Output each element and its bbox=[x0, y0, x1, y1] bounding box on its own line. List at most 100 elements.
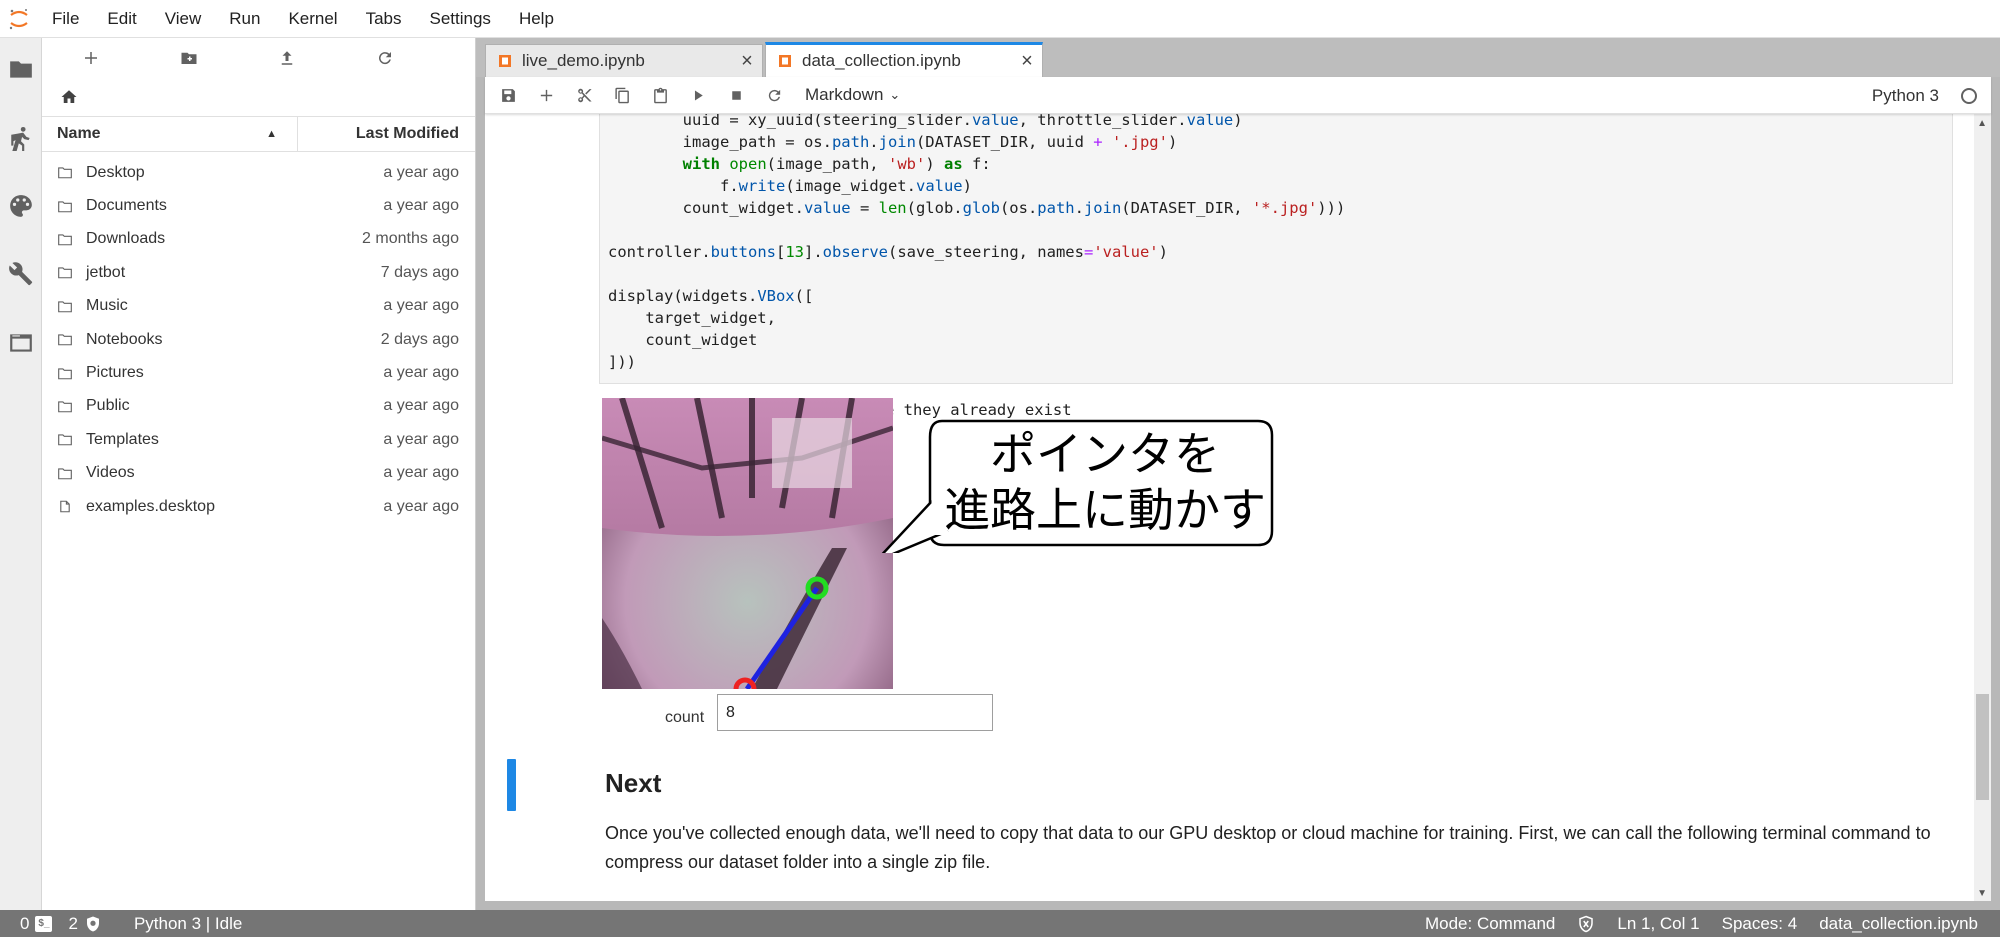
file-list-item[interactable]: Notebooks 2 days ago bbox=[42, 323, 475, 356]
tab-live-demo[interactable]: live_demo.ipynb × bbox=[485, 44, 763, 77]
kernel-name[interactable]: Python 3 bbox=[1872, 77, 1939, 114]
save-icon bbox=[501, 88, 515, 102]
wrench-icon[interactable] bbox=[7, 260, 35, 288]
status-bug-icon[interactable] bbox=[1566, 915, 1606, 933]
refresh-icon bbox=[768, 89, 780, 101]
notebook-icon bbox=[499, 55, 511, 67]
camera-image-widget[interactable] bbox=[602, 398, 893, 689]
upload-icon bbox=[281, 51, 293, 65]
refresh-button[interactable] bbox=[336, 38, 434, 78]
file-icon bbox=[42, 498, 72, 515]
file-name: Public bbox=[86, 397, 130, 415]
close-icon[interactable]: × bbox=[1012, 50, 1042, 73]
file-list-item[interactable]: Pictures a year ago bbox=[42, 356, 475, 389]
new-launcher-button[interactable] bbox=[42, 38, 140, 78]
scroll-down-arrow-icon[interactable]: ▼ bbox=[1977, 888, 1987, 899]
menu-edit[interactable]: Edit bbox=[93, 0, 150, 38]
file-name: Pictures bbox=[86, 364, 144, 382]
code-line: uuid = xy_uuid(steering_slider.value, th… bbox=[608, 114, 1243, 129]
code-line: image_path = os.path.join(DATASET_DIR, u… bbox=[608, 133, 1178, 151]
upload-button[interactable] bbox=[238, 38, 336, 78]
terminal-icon: $_ bbox=[35, 915, 53, 932]
home-icon[interactable] bbox=[60, 88, 78, 106]
status-kernels[interactable]: 0 $_ bbox=[0, 914, 60, 934]
cut-button[interactable] bbox=[565, 77, 603, 114]
file-modified: a year ago bbox=[383, 497, 459, 515]
tabs-icon[interactable] bbox=[7, 329, 35, 357]
status-terminals[interactable]: 2 bbox=[60, 914, 109, 934]
column-header-name[interactable]: Name ▲ bbox=[42, 117, 298, 151]
cell-type-dropdown[interactable]: Markdown ⌄ bbox=[805, 85, 900, 105]
file-name: Templates bbox=[86, 430, 159, 448]
menu-run[interactable]: Run bbox=[215, 0, 274, 38]
file-name: Videos bbox=[86, 464, 135, 482]
file-modified: 2 months ago bbox=[362, 230, 459, 248]
file-list-item[interactable]: Music a year ago bbox=[42, 290, 475, 323]
notebook-icon bbox=[779, 55, 791, 67]
menu-tabs[interactable]: Tabs bbox=[352, 0, 416, 38]
file-modified: a year ago bbox=[383, 163, 459, 181]
file-list-item[interactable]: Downloads 2 months ago bbox=[42, 223, 475, 256]
paste-icon bbox=[653, 87, 667, 103]
palette-icon[interactable] bbox=[7, 192, 35, 220]
kernel-idle-icon bbox=[1961, 88, 1977, 104]
run-button[interactable] bbox=[679, 77, 717, 114]
file-name: Downloads bbox=[86, 230, 166, 248]
file-list: Desktop a year ago Documents a year ago Down… bbox=[42, 152, 475, 523]
markdown-heading: Next bbox=[605, 768, 662, 798]
breadcrumb bbox=[42, 78, 475, 116]
file-list-item[interactable]: Templates a year ago bbox=[42, 423, 475, 456]
folder-icon[interactable] bbox=[7, 55, 35, 83]
code-line: target_widget, bbox=[608, 309, 776, 327]
menu-bar: File Edit View Run Kernel Tabs Settings … bbox=[0, 0, 2000, 38]
file-list-item[interactable]: Videos a year ago bbox=[42, 457, 475, 490]
menu-kernel[interactable]: Kernel bbox=[274, 0, 351, 38]
paste-button[interactable] bbox=[641, 77, 679, 114]
close-icon[interactable]: × bbox=[732, 50, 762, 73]
sort-ascending-icon: ▲ bbox=[266, 128, 277, 140]
status-cursor-position[interactable]: Ln 1, Col 1 bbox=[1606, 914, 1710, 934]
file-list-item[interactable]: jetbot 7 days ago bbox=[42, 256, 475, 289]
status-kernel[interactable]: Python 3 | Idle bbox=[110, 914, 250, 934]
restart-button[interactable] bbox=[755, 77, 793, 114]
plus-icon bbox=[85, 52, 97, 64]
save-button[interactable] bbox=[489, 77, 527, 114]
active-cell-marker bbox=[507, 759, 516, 811]
scissors-icon bbox=[577, 88, 592, 102]
main-area: live_demo.ipynb × data_collection.ipynb … bbox=[476, 38, 2000, 910]
tab-data-collection[interactable]: data_collection.ipynb × bbox=[765, 42, 1043, 77]
menu-help[interactable]: Help bbox=[505, 0, 568, 38]
folder-icon bbox=[42, 298, 72, 315]
new-folder-button[interactable] bbox=[140, 38, 238, 78]
file-list-item[interactable]: examples.desktop a year ago bbox=[42, 490, 475, 523]
code-line: count_widget.value = len(glob.glob(os.pa… bbox=[608, 199, 1346, 217]
status-indentation[interactable]: Spaces: 4 bbox=[1711, 914, 1809, 934]
file-list-item[interactable]: Desktop a year ago bbox=[42, 156, 475, 189]
code-cell-editor[interactable]: uuid = xy_uuid(steering_slider.value, th… bbox=[599, 114, 1953, 384]
file-list-item[interactable]: Documents a year ago bbox=[42, 189, 475, 222]
menu-view[interactable]: View bbox=[151, 0, 216, 38]
file-list-item[interactable]: Public a year ago bbox=[42, 390, 475, 423]
scrollbar-thumb[interactable] bbox=[1976, 694, 1989, 800]
status-filename: data_collection.ipynb bbox=[1819, 913, 1978, 933]
notebook-scrollbar[interactable]: ▲ ▼ bbox=[1974, 114, 1991, 901]
stop-icon bbox=[731, 90, 741, 100]
copy-button[interactable] bbox=[603, 77, 641, 114]
interrupt-button[interactable] bbox=[717, 77, 755, 114]
file-browser: Name ▲ Last Modified Desktop a year ago Do… bbox=[42, 38, 476, 910]
insert-cell-button[interactable] bbox=[527, 77, 565, 114]
scroll-up-arrow-icon[interactable]: ▲ bbox=[1977, 118, 1987, 129]
plus-icon bbox=[540, 89, 552, 101]
column-header-modified[interactable]: Last Modified bbox=[298, 117, 475, 151]
file-modified: a year ago bbox=[383, 297, 459, 315]
folder-icon bbox=[42, 431, 72, 448]
count-input[interactable] bbox=[717, 694, 993, 731]
running-icon[interactable] bbox=[7, 124, 35, 152]
file-name: Desktop bbox=[86, 163, 145, 181]
copy-icon bbox=[614, 87, 629, 103]
folder-icon bbox=[42, 198, 72, 215]
folder-icon bbox=[42, 465, 72, 482]
menu-settings[interactable]: Settings bbox=[416, 0, 505, 38]
folder-icon bbox=[42, 398, 72, 415]
menu-file[interactable]: File bbox=[38, 0, 93, 38]
